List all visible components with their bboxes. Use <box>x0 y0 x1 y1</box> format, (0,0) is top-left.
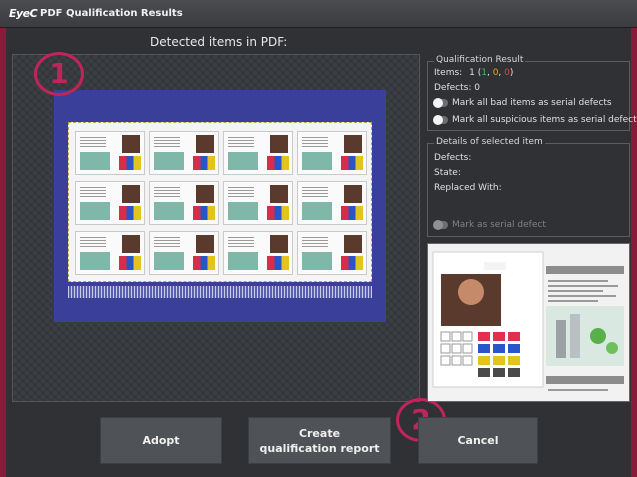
toggle-switch[interactable] <box>433 97 448 108</box>
window-title: PDF Qualification Results <box>40 8 183 19</box>
adopt-label: Adopt <box>142 434 180 447</box>
toggle-suspicious-serial[interactable]: Mark all suspicious items as serial defe… <box>433 114 637 125</box>
cancel-button[interactable]: Cancel <box>418 417 538 464</box>
qualification-result-group: Qualification Result Items: 1 (1, 0, 0) … <box>427 55 637 131</box>
qualification-result-title: Qualification Result <box>434 55 526 65</box>
toggle-suspicious-label: Mark all suspicious items as serial defe… <box>452 115 637 125</box>
detected-item[interactable] <box>223 181 293 225</box>
details-title: Details of selected item <box>434 137 545 147</box>
detected-item[interactable] <box>297 131 367 175</box>
detected-item[interactable] <box>149 231 219 275</box>
toggle-bad-label: Mark all bad items as serial defects <box>452 98 612 108</box>
cancel-label: Cancel <box>457 434 499 447</box>
defects-count: Defects: 0 <box>434 83 480 93</box>
detected-item[interactable] <box>75 181 145 225</box>
details-defects: Defects: <box>434 153 472 163</box>
items-count: Items: 1 (1, 0, 0) <box>434 68 513 78</box>
detected-item[interactable] <box>297 231 367 275</box>
item-grid <box>68 122 372 282</box>
toggle-switch[interactable] <box>433 114 448 125</box>
mark-serial-toggle[interactable]: Mark as serial defect <box>433 219 546 230</box>
create-report-button[interactable]: Create qualification report <box>248 417 391 464</box>
detected-item[interactable] <box>223 231 293 275</box>
barcode-strip <box>68 286 372 298</box>
adopt-button[interactable]: Adopt <box>100 417 222 464</box>
title-bar: EyeC PDF Qualification Results <box>0 0 637 28</box>
create-report-label: Create qualification report <box>259 426 379 456</box>
callout-badge-1: 1 <box>34 52 84 96</box>
create-report-line2: qualification report <box>259 441 380 455</box>
create-report-line1: Create <box>298 426 341 440</box>
items-total: 1 <box>469 68 475 78</box>
pdf-sheet[interactable] <box>54 90 386 322</box>
items-close-paren: ) <box>509 68 514 78</box>
pdf-preview-canvas[interactable] <box>12 54 420 402</box>
detected-items-label: Detected items in PDF: <box>150 35 288 49</box>
detected-item[interactable] <box>149 181 219 225</box>
items-label: Items: <box>434 68 463 78</box>
toggle-bad-serial[interactable]: Mark all bad items as serial defects <box>433 97 612 108</box>
eyec-logo: EyeC <box>9 7 38 20</box>
detected-item[interactable] <box>223 131 293 175</box>
detected-item[interactable] <box>75 131 145 175</box>
selected-item-thumbnail[interactable] <box>427 243 630 402</box>
details-state: State: <box>434 168 461 178</box>
detected-item[interactable] <box>149 131 219 175</box>
mark-serial-label: Mark as serial defect <box>452 220 546 230</box>
detected-item[interactable] <box>297 181 367 225</box>
details-group: Details of selected item Defects: State:… <box>427 137 630 237</box>
toggle-switch[interactable] <box>433 219 448 230</box>
details-replaced: Replaced With: <box>434 183 502 193</box>
detected-item[interactable] <box>75 231 145 275</box>
thumbnail-graphic <box>428 244 629 401</box>
